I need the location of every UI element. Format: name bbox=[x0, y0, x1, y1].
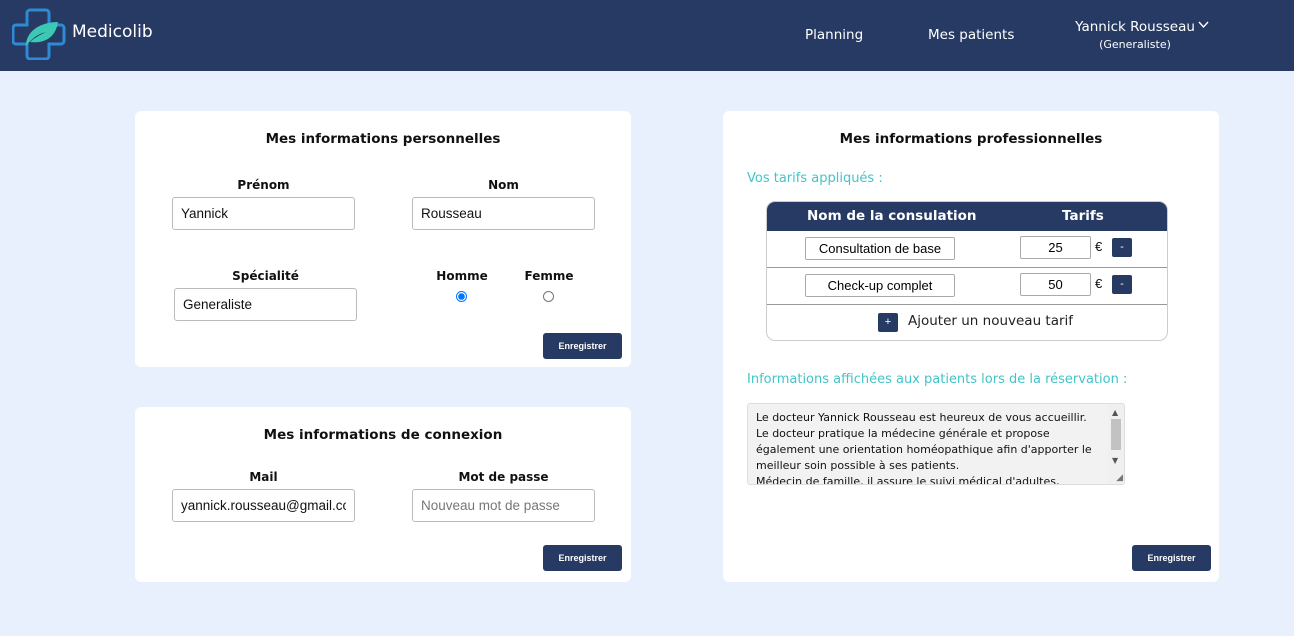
chevron-down-icon[interactable] bbox=[1198, 21, 1209, 29]
mail-label: Mail bbox=[249, 470, 278, 484]
gender-male-radio[interactable] bbox=[456, 291, 467, 302]
tarif-price-input[interactable] bbox=[1020, 273, 1091, 296]
tarif-price-input[interactable] bbox=[1020, 236, 1091, 259]
gender-male-label: Homme bbox=[436, 269, 488, 283]
brand-name[interactable]: Medicolib bbox=[72, 22, 153, 42]
password-input[interactable] bbox=[412, 489, 595, 522]
save-personal-button[interactable]: Enregistrer bbox=[543, 333, 622, 359]
specialty-label: Spécialité bbox=[232, 269, 299, 283]
firstname-label: Prénom bbox=[237, 178, 290, 192]
nav-planning[interactable]: Planning bbox=[805, 27, 863, 43]
user-name: Yannick Rousseau bbox=[1075, 19, 1195, 35]
firstname-input[interactable] bbox=[172, 197, 355, 230]
save-connexion-button[interactable]: Enregistrer bbox=[543, 545, 622, 571]
user-menu[interactable]: Yannick Rousseau (Generaliste) bbox=[1060, 19, 1210, 51]
professional-info-card: Mes informations professionnelles Vos ta… bbox=[723, 111, 1219, 582]
specialty-input[interactable] bbox=[174, 288, 357, 321]
professional-info-title: Mes informations professionnelles bbox=[839, 131, 1103, 147]
tarif-name-input[interactable] bbox=[805, 274, 955, 297]
tarifs-table-header: Nom de la consulation Tarifs bbox=[767, 202, 1167, 231]
currency-label: € bbox=[1095, 276, 1103, 291]
tarifs-table: Nom de la consulation Tarifs € - € - + A… bbox=[766, 201, 1168, 341]
password-label: Mot de passe bbox=[458, 470, 549, 484]
scroll-down-icon[interactable]: ▼ bbox=[1112, 456, 1118, 465]
remove-tarif-button[interactable]: - bbox=[1112, 238, 1132, 257]
tarif-name-input[interactable] bbox=[805, 237, 955, 260]
add-tarif-label[interactable]: Ajouter un nouveau tarif bbox=[908, 313, 1073, 329]
gender-female-radio[interactable] bbox=[543, 291, 554, 302]
currency-label: € bbox=[1095, 239, 1103, 254]
add-tarif-row[interactable]: + Ajouter un nouveau tarif bbox=[767, 305, 1167, 340]
personal-info-title: Mes informations personnelles bbox=[265, 131, 501, 147]
remove-tarif-button[interactable]: - bbox=[1112, 275, 1132, 294]
tarif-row: € - bbox=[767, 268, 1167, 305]
save-professional-button[interactable]: Enregistrer bbox=[1132, 545, 1211, 571]
resize-handle-icon[interactable]: ◢ bbox=[1116, 473, 1123, 483]
personal-info-card: Mes informations personnelles Prénom Nom… bbox=[135, 111, 631, 367]
nav-mes-patients[interactable]: Mes patients bbox=[928, 27, 1014, 43]
column-header-tarif: Tarifs bbox=[1062, 208, 1104, 224]
top-navbar: Medicolib Planning Mes patients Yannick … bbox=[0, 0, 1294, 71]
column-header-name: Nom de la consulation bbox=[807, 208, 977, 224]
scroll-up-icon[interactable]: ▲ bbox=[1112, 408, 1118, 417]
patient-info-textarea-wrapper: Le docteur Yannick Rousseau est heureux … bbox=[747, 403, 1125, 485]
connexion-info-title: Mes informations de connexion bbox=[263, 427, 503, 443]
scroll-thumb[interactable] bbox=[1111, 419, 1121, 450]
info-heading: Informations affichées aux patients lors… bbox=[747, 372, 1128, 387]
user-role: (Generaliste) bbox=[1099, 38, 1171, 51]
lastname-label: Nom bbox=[488, 178, 519, 192]
gender-female-label: Femme bbox=[524, 269, 574, 283]
medicolib-logo-icon[interactable] bbox=[12, 8, 66, 60]
mail-input[interactable] bbox=[172, 489, 355, 522]
connexion-info-card: Mes informations de connexion Mail Mot d… bbox=[135, 407, 631, 582]
tarifs-heading: Vos tarifs appliqués : bbox=[747, 171, 883, 186]
lastname-input[interactable] bbox=[412, 197, 595, 230]
add-tarif-button[interactable]: + bbox=[878, 313, 898, 332]
patient-info-textarea[interactable]: Le docteur Yannick Rousseau est heureux … bbox=[748, 404, 1110, 484]
tarif-row: € - bbox=[767, 231, 1167, 268]
